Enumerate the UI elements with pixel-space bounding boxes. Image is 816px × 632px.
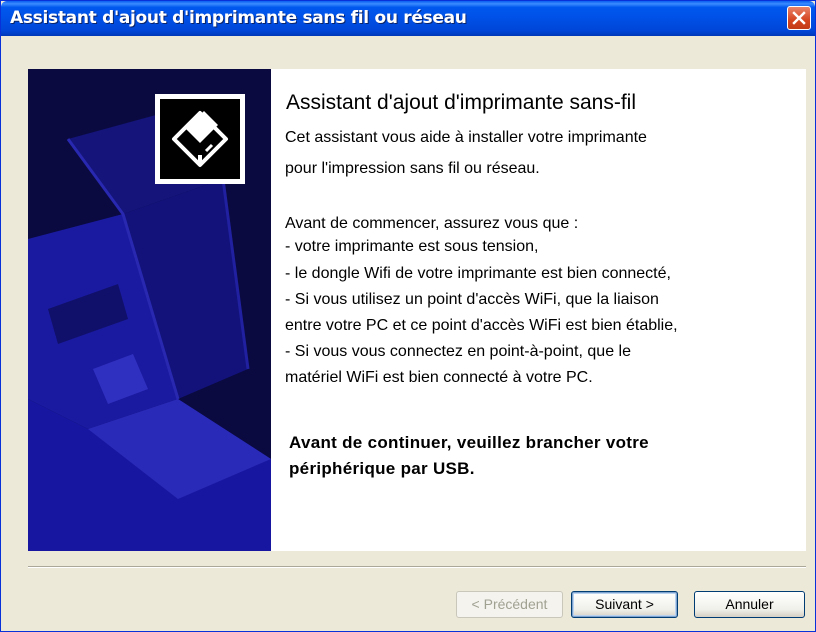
wizard-heading: Assistant d'ajout d'imprimante sans-fil [286,91,636,114]
title-bar[interactable]: Assistant d'ajout d'imprimante sans fil … [1,1,815,36]
usb-warning-line: périphérique par USB. [289,459,475,478]
checklist-line: matériel WiFi est bien connecté à votre … [285,369,593,386]
close-icon [792,11,806,25]
printer-icon [155,94,245,184]
footer-separator-highlight [28,567,806,568]
checklist-line: - le dongle Wifi de votre imprimante est… [285,265,671,282]
intro-line: Cet assistant vous aide à installer votr… [285,129,647,146]
window-title: Assistant d'ajout d'imprimante sans fil … [10,8,467,28]
checklist-line: - votre imprimante est sous tension, [285,238,539,255]
printer-icon-glyph [172,111,228,167]
close-button[interactable] [787,6,811,30]
wizard-window: Assistant d'ajout d'imprimante sans fil … [0,0,816,632]
next-button[interactable]: Suivant > [571,591,678,618]
previous-button[interactable]: < Précédent [456,591,563,618]
wizard-content-panel: Assistant d'ajout d'imprimante sans-fil … [28,69,806,551]
usb-warning-line: Avant de continuer, veuillez brancher vo… [289,433,649,452]
cancel-button[interactable]: Annuler [694,591,805,618]
intro-line: pour l'impression sans fil ou réseau. [285,160,540,177]
checklist-line: - Si vous vous connectez en point-à-poin… [285,343,631,360]
checklist-line: - Si vous utilisez un point d'accès WiFi… [285,291,659,308]
checklist-line: entre votre PC et ce point d'accès WiFi … [285,317,678,334]
wizard-banner [28,69,271,551]
